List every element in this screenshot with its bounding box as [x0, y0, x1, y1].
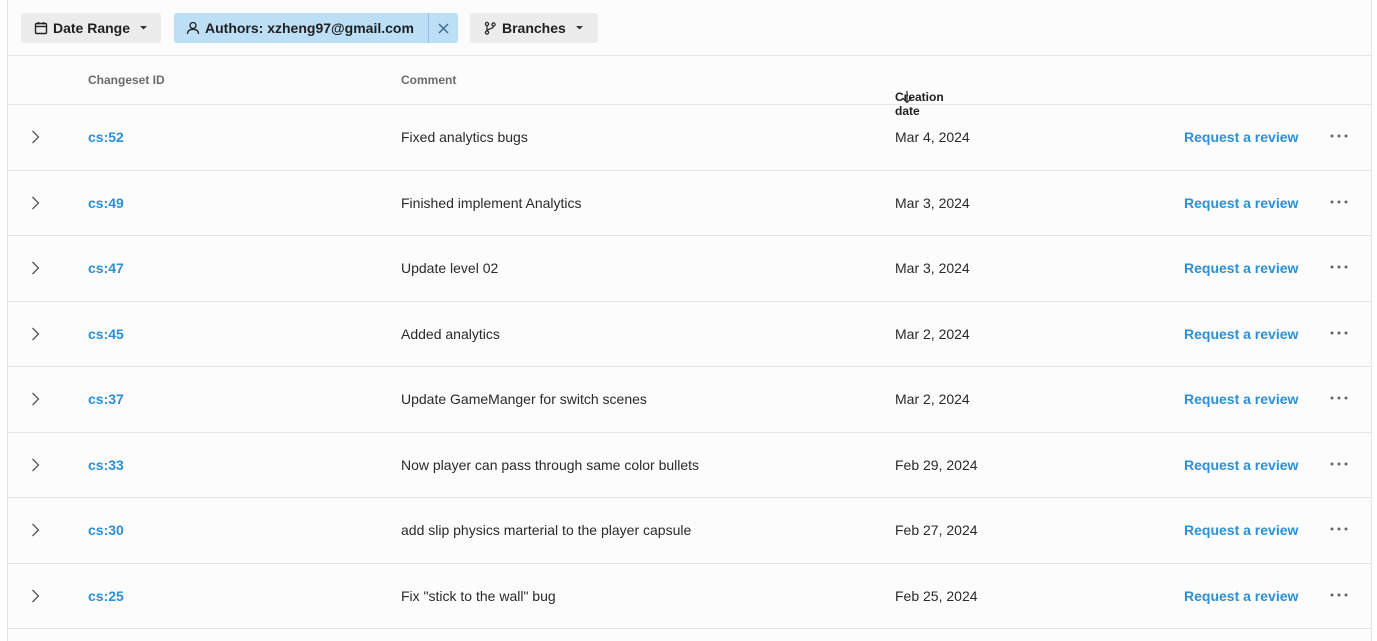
chevron-right-icon	[31, 589, 39, 602]
changeset-id-link[interactable]: cs:45	[88, 326, 124, 342]
more-horizontal-icon	[1330, 134, 1348, 138]
column-header-comment[interactable]: Comment	[401, 73, 456, 87]
column-header-changeset-id[interactable]: Changeset ID	[88, 73, 165, 87]
more-horizontal-icon	[1330, 527, 1348, 531]
request-review-link[interactable]: Request a review	[1184, 195, 1298, 211]
request-review-link[interactable]: Request a review	[1184, 588, 1298, 604]
changeset-id-link[interactable]: cs:47	[88, 260, 124, 276]
more-options-button[interactable]	[1328, 324, 1350, 342]
caret-down-icon	[575, 25, 584, 31]
changeset-id-link[interactable]: cs:25	[88, 588, 124, 604]
more-horizontal-icon	[1330, 462, 1348, 465]
branch-icon	[483, 21, 497, 35]
more-options-button[interactable]	[1328, 389, 1350, 407]
request-review-link[interactable]: Request a review	[1184, 457, 1298, 473]
more-horizontal-icon	[1330, 396, 1348, 400]
changeset-comment: add slip physics marterial to the player…	[401, 522, 692, 538]
expand-row-button[interactable]	[28, 128, 42, 146]
changeset-comment: Update GameManger for switch scenes	[401, 391, 647, 407]
chevron-right-icon	[31, 458, 39, 471]
request-review-link[interactable]: Request a review	[1184, 129, 1298, 145]
arrow-down-icon	[901, 90, 913, 104]
branches-filter[interactable]: Branches	[470, 13, 598, 43]
more-options-button[interactable]	[1328, 520, 1350, 538]
changeset-comment: Update level 02	[401, 260, 499, 276]
chevron-right-icon	[31, 261, 39, 275]
request-review-link[interactable]: Request a review	[1184, 391, 1298, 407]
more-horizontal-icon	[1330, 265, 1348, 269]
table-row[interactable]: cs:52 Fixed analytics bugs Mar 4, 2024 R…	[8, 105, 1371, 171]
table-row[interactable]: cs:47 Update level 02 Mar 3, 2024 Reques…	[8, 236, 1371, 302]
user-icon	[186, 21, 200, 35]
date-range-label: Date Range	[53, 20, 131, 36]
more-options-button[interactable]	[1328, 258, 1350, 276]
changeset-comment: Fix "stick to the wall" bug	[401, 587, 556, 604]
more-options-button[interactable]	[1328, 455, 1350, 473]
close-icon	[438, 23, 449, 33]
request-review-link[interactable]: Request a review	[1184, 522, 1298, 538]
more-horizontal-icon	[1330, 331, 1348, 334]
date-range-filter[interactable]: Date Range	[21, 13, 161, 43]
more-options-button[interactable]	[1328, 586, 1350, 604]
changeset-creation-date: Mar 3, 2024	[895, 260, 970, 276]
request-review-link[interactable]: Request a review	[1184, 260, 1298, 276]
changesets-panel: Date Range Authors: xzheng97@gmail.com B…	[7, 0, 1372, 641]
authors-filter-label: Authors: xzheng97@gmail.com	[205, 20, 414, 36]
chevron-right-icon	[31, 130, 39, 144]
changeset-creation-date: Mar 4, 2024	[895, 129, 970, 145]
more-horizontal-icon	[1330, 200, 1348, 203]
clear-authors-button[interactable]	[429, 13, 458, 43]
expand-row-button[interactable]	[28, 390, 42, 408]
changeset-id-link[interactable]: cs:52	[88, 129, 124, 145]
changeset-id-link[interactable]: cs:30	[88, 522, 124, 538]
changeset-comment: Fixed analytics bugs	[401, 129, 528, 145]
changeset-creation-date: Mar 3, 2024	[895, 194, 970, 211]
changeset-comment: Finished implement Analytics	[401, 194, 582, 211]
table-header: Changeset ID Comment Creation date	[8, 56, 1371, 118]
changeset-id-link[interactable]: cs:37	[88, 391, 124, 407]
changeset-comment: Now player can pass through same color b…	[401, 456, 700, 473]
table-row[interactable]: cs:33 Now player can pass through same c…	[8, 433, 1371, 498]
authors-filter[interactable]: Authors: xzheng97@gmail.com	[174, 13, 458, 43]
changeset-comment: Added analytics	[401, 325, 500, 342]
changeset-creation-date: Feb 25, 2024	[895, 587, 978, 604]
chevron-right-icon	[31, 523, 39, 537]
more-horizontal-icon	[1330, 593, 1348, 596]
more-options-button[interactable]	[1328, 127, 1350, 145]
chevron-right-icon	[31, 327, 39, 340]
changeset-id-link[interactable]: cs:33	[88, 457, 124, 473]
table-row[interactable]: cs:25 Fix "stick to the wall" bug Feb 25…	[8, 564, 1371, 629]
expand-row-button[interactable]	[28, 259, 42, 277]
changeset-creation-date: Mar 2, 2024	[895, 391, 970, 407]
expand-row-button[interactable]	[28, 194, 42, 212]
more-options-button[interactable]	[1328, 193, 1350, 211]
chevron-right-icon	[31, 392, 39, 406]
table-row[interactable]: cs:49 Finished implement Analytics Mar 3…	[8, 171, 1371, 236]
changeset-creation-date: Mar 2, 2024	[895, 325, 970, 342]
changeset-id-link[interactable]: cs:49	[88, 195, 124, 211]
table-row[interactable]: cs:37 Update GameManger for switch scene…	[8, 367, 1371, 433]
caret-down-icon	[139, 25, 148, 31]
request-review-link[interactable]: Request a review	[1184, 326, 1298, 342]
expand-row-button[interactable]	[28, 521, 42, 539]
branches-label: Branches	[502, 20, 566, 36]
changeset-creation-date: Feb 27, 2024	[895, 522, 978, 538]
expand-row-button[interactable]	[28, 325, 42, 343]
calendar-icon	[34, 21, 48, 35]
changeset-list: cs:52 Fixed analytics bugs Mar 4, 2024 R…	[8, 105, 1371, 629]
changeset-creation-date: Feb 29, 2024	[895, 456, 978, 473]
table-row[interactable]: cs:45 Added analytics Mar 2, 2024 Reques…	[8, 302, 1371, 367]
filter-bar: Date Range Authors: xzheng97@gmail.com B…	[8, 0, 1371, 56]
table-row[interactable]: cs:30 add slip physics marterial to the …	[8, 498, 1371, 564]
expand-row-button[interactable]	[28, 456, 42, 474]
chevron-right-icon	[31, 196, 39, 209]
expand-row-button[interactable]	[28, 587, 42, 605]
